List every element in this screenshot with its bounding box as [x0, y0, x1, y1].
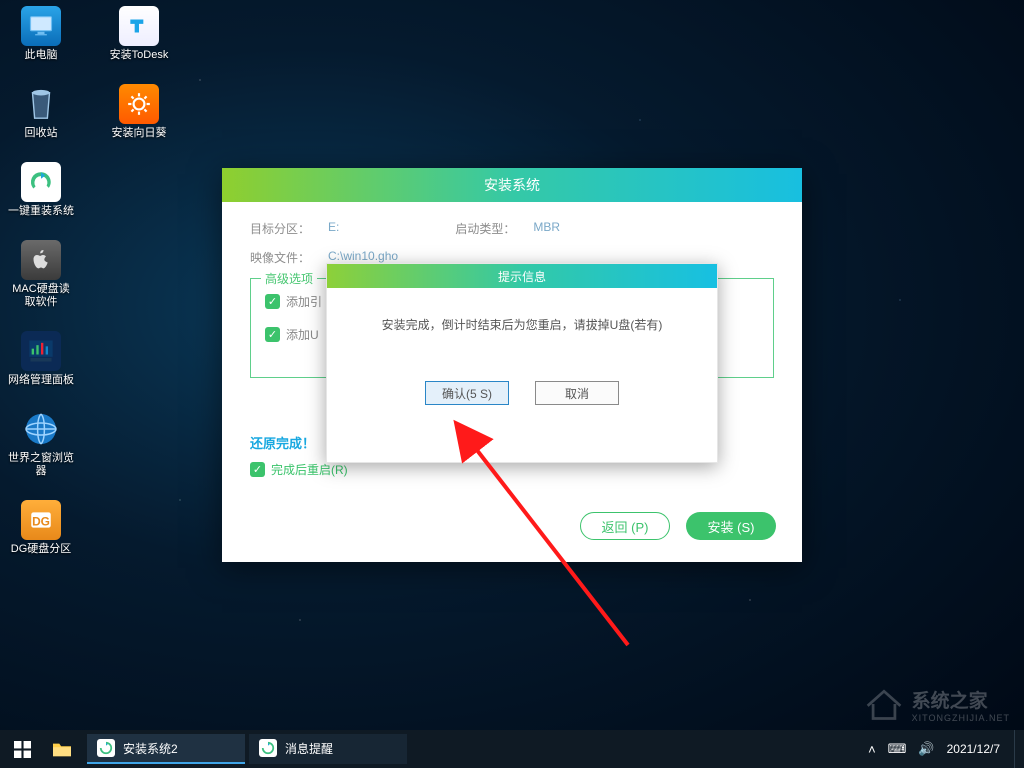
prompt-body: 安装完成，倒计时结束后为您重启，请拔掉U盘(若有) 确认(5 S) 取消 [327, 288, 717, 405]
network-icon [21, 331, 61, 371]
task-icon [259, 739, 277, 757]
system-tray: ˄ ⌨ 🔊 2021/12/7 [868, 741, 1008, 757]
install-button[interactable]: 安装 (S) [686, 512, 776, 540]
boot-type-label: 启动类型： [455, 220, 515, 237]
tray-volume-icon[interactable]: 🔊 [918, 741, 934, 757]
taskbar: 安装系统2 消息提醒 ˄ ⌨ 🔊 2021/12/7 [0, 730, 1024, 768]
prompt-message: 安装完成，倒计时结束后为您重启，请拔掉U盘(若有) [345, 316, 699, 333]
taskbar-task-label: 安装系统2 [123, 740, 178, 757]
show-desktop-button[interactable] [1014, 730, 1020, 768]
desktop-icon-world-browser[interactable]: 世界之窗浏览 器 [6, 409, 76, 478]
target-partition-value: E: [328, 220, 339, 237]
target-partition-label: 目标分区： [250, 220, 310, 237]
tray-date[interactable]: 2021/12/7 [947, 742, 1000, 756]
advanced-legend: 高级选项 [261, 270, 317, 287]
desktop-icon-label: 回收站 [25, 127, 58, 140]
checkmark-icon: ✓ [250, 462, 265, 477]
desktop-icon-recycle-bin[interactable]: 回收站 [6, 84, 76, 140]
taskbar-task-label: 消息提醒 [285, 740, 333, 757]
desktop-icons: 此电脑 安装ToDesk 回收站 安装向日葵 一键重装系统 [6, 6, 174, 556]
desktop-icon-label: 安装向日葵 [112, 127, 167, 140]
desktop-icon-network-panel[interactable]: 网络管理面板 [6, 331, 76, 387]
desktop-icon-todesk[interactable]: 安装ToDesk [104, 6, 174, 62]
reboot-after-checkbox[interactable]: ✓ 完成后重启(R) [250, 461, 774, 478]
globe-icon [21, 409, 61, 449]
checkbox-label: 添加U [286, 326, 319, 343]
taskbar-task-message[interactable]: 消息提醒 [249, 734, 407, 764]
desktop-icon-label: 世界之窗浏览 器 [8, 452, 74, 478]
monitor-icon [21, 6, 61, 46]
watermark: 系统之家 XITONGZHIJIA.NET [862, 684, 1010, 724]
desktop-icon-label: 一键重装系统 [8, 205, 74, 218]
checkmark-icon: ✓ [265, 327, 280, 342]
desktop-icon-sunflower[interactable]: 安装向日葵 [104, 84, 174, 140]
watermark-sub: XITONGZHIJIA.NET [912, 713, 1010, 723]
prompt-dialog: 提示信息 安装完成，倒计时结束后为您重启，请拔掉U盘(若有) 确认(5 S) 取… [326, 263, 718, 463]
cancel-button[interactable]: 取消 [535, 381, 619, 405]
boot-type-value: MBR [533, 220, 560, 237]
desktop-icon-label: 此电脑 [25, 49, 58, 62]
task-icon [97, 739, 115, 757]
image-file-label: 映像文件： [250, 249, 310, 266]
confirm-button[interactable]: 确认(5 S) [425, 381, 509, 405]
todesk-icon [119, 6, 159, 46]
watermark-text: 系统之家 [912, 686, 1010, 713]
taskbar-task-installer[interactable]: 安装系统2 [87, 734, 245, 764]
recycle-bin-icon [21, 84, 61, 124]
desktop-icon-reinstall[interactable]: 一键重装系统 [6, 162, 76, 218]
desktop-icon-label: DG硬盘分区 [11, 543, 72, 556]
checkmark-icon: ✓ [265, 294, 280, 309]
reboot-after-label: 完成后重启(R) [271, 461, 348, 478]
installer-title: 安装系统 [222, 168, 802, 202]
svg-text:DG: DG [32, 514, 50, 528]
desktop-icon-label: MAC硬盘读 取软件 [12, 283, 69, 309]
desktop-icon-this-pc[interactable]: 此电脑 [6, 6, 76, 62]
file-explorer-button[interactable] [41, 733, 83, 765]
desktop-icon-mac-disk[interactable]: MAC硬盘读 取软件 [6, 240, 76, 309]
back-button[interactable]: 返回 (P) [580, 512, 670, 540]
tray-keyboard-icon[interactable]: ⌨ [888, 741, 907, 757]
dg-icon: DG [21, 500, 61, 540]
checkbox-label: 添加引 [286, 293, 322, 310]
reinstall-icon [21, 162, 61, 202]
apple-icon [21, 240, 61, 280]
installer-bottom-buttons: 返回 (P) 安装 (S) [580, 512, 776, 540]
tray-chevron-icon[interactable]: ˄ [868, 742, 876, 757]
sunflower-icon [119, 84, 159, 124]
desktop-icon-label: 安装ToDesk [110, 49, 169, 62]
prompt-title: 提示信息 [327, 264, 717, 288]
start-button[interactable] [4, 733, 41, 765]
desktop-icon-label: 网络管理面板 [8, 374, 74, 387]
desktop-icon-dg-partition[interactable]: DG DG硬盘分区 [6, 500, 76, 556]
